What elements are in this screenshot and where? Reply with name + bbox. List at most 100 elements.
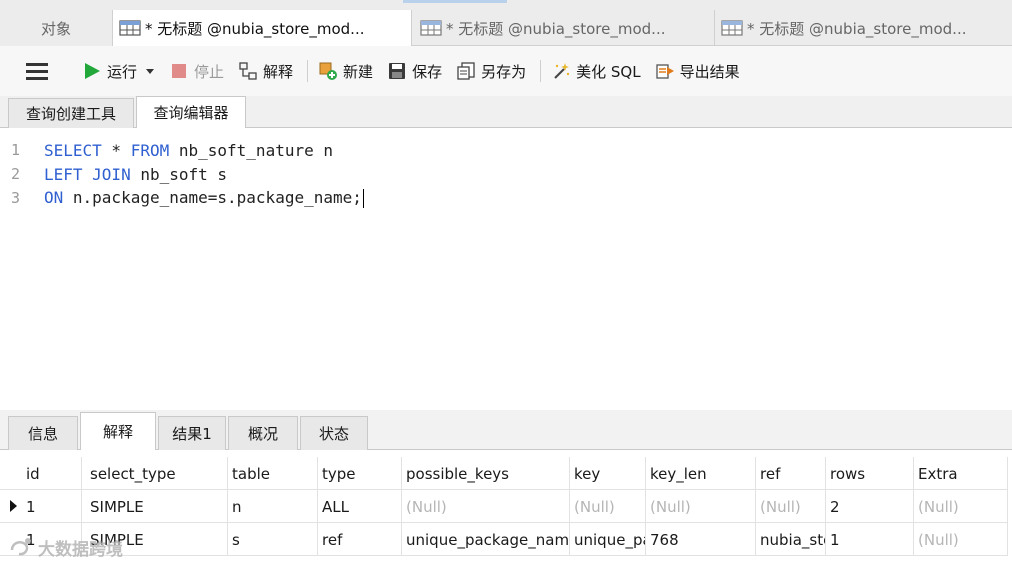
tab-query-1[interactable]: * 无标题 @nubia_store_mod... [112,10,412,46]
table-query-icon [119,20,141,36]
watermark-text: 大数据跨境 [38,539,123,560]
save-as-label: 另存为 [481,62,527,81]
sql-text: * [101,140,131,160]
tab-query-3[interactable]: * 无标题 @nubia_store_mod... [714,10,1012,46]
tab-query-2[interactable]: * 无标题 @nubia_store_mod... [414,10,714,46]
explain-grid: id select_type table type possible_keys … [0,450,1012,567]
sql-keyword: LEFT JOIN [44,164,131,184]
table-query-icon [721,20,743,36]
explain-icon [239,62,257,80]
table-cell[interactable]: unique_package_name [402,523,570,556]
sql-keyword: ON [44,188,64,207]
table-query-icon [420,20,442,36]
stop-icon [172,64,187,78]
table-cell[interactable]: 768 [646,523,756,556]
table-row[interactable]: 1 SIMPLE s ref unique_package_name uniqu… [0,523,1008,556]
table-cell[interactable]: nubia_store_model.n.package_name [756,523,826,556]
table-cell[interactable]: 1 [826,523,914,556]
stop-button[interactable]: 停止 [169,61,224,82]
table-cell[interactable]: (Null) [756,490,826,523]
sql-text: nb_soft_nature n [169,140,333,160]
table-cell[interactable]: SIMPLE [86,490,228,523]
table-cell[interactable]: (Null) [914,490,1008,523]
column-header[interactable]: table [228,457,318,490]
save-label: 保存 [412,62,443,81]
export-results-button[interactable]: 导出结果 [655,61,740,82]
table-cell[interactable]: 1 [22,490,82,523]
table-cell[interactable]: ALL [318,490,402,523]
table-cell[interactable]: 2 [826,490,914,523]
current-row-indicator [10,500,17,512]
explain-label: 解释 [263,62,294,81]
sql-text: nb_soft s [130,164,228,184]
beautify-sql-button[interactable]: 美化 SQL [551,61,641,82]
code-line: 1 SELECT * FROM nb_soft_nature n [0,138,333,162]
tab-query-2-label: * 无标题 @nubia_store_mod... [446,19,666,38]
code-line: 3 ON n.package_name=s.package_name; [0,186,364,210]
save-icon [389,63,406,79]
save-as-icon [457,62,475,80]
toolbar-divider [307,60,309,82]
table-row[interactable]: 1 SIMPLE n ALL (Null) (Null) (Null) (Nul… [0,490,1008,523]
tab-profile[interactable]: 概况 [228,416,298,450]
query-toolbar: 运行 停止 解释 新建 保存 另存为 美化 SQL 导出结果 [0,46,1012,96]
text-cursor [362,189,364,208]
stop-label: 停止 [194,62,225,81]
toolbar-divider [540,60,542,82]
export-results-label: 导出结果 [679,62,740,81]
save-button[interactable]: 保存 [387,61,442,82]
tab-query-editor[interactable]: 查询编辑器 [136,96,246,128]
tab-objects[interactable]: 对象 [0,10,112,46]
magic-wand-icon [554,63,570,79]
table-cell[interactable]: (Null) [570,490,646,523]
code-text: ON n.package_name=s.package_name; [44,188,364,208]
table-cell[interactable]: (Null) [402,490,570,523]
chevron-down-icon[interactable] [145,66,155,76]
line-number: 1 [10,141,20,159]
tab-info[interactable]: 信息 [8,416,78,450]
new-query-icon [319,62,338,80]
table-cell[interactable]: ref [318,523,402,556]
column-header[interactable]: rows [826,457,914,490]
line-number: 2 [10,165,20,183]
column-header[interactable]: type [318,457,402,490]
result-tab-bar: 信息 解释 结果1 概况 状态 [0,410,1012,450]
table-cell[interactable]: (Null) [914,523,1008,556]
sql-editor[interactable]: 1 SELECT * FROM nb_soft_nature n 2 LEFT … [0,128,1012,410]
table-cell[interactable]: s [228,523,318,556]
column-header[interactable]: key_len [646,457,756,490]
watermark: 大数据跨境 [8,533,123,561]
export-icon [655,64,674,79]
menu-icon[interactable] [26,62,48,80]
column-header[interactable]: Extra [914,457,1008,490]
new-label: 新建 [343,62,374,81]
tab-explain[interactable]: 解释 [80,412,156,450]
column-header[interactable]: select_type [86,457,228,490]
column-header[interactable]: ref [756,457,826,490]
tab-query-builder[interactable]: 查询创建工具 [8,98,134,128]
run-label: 运行 [107,62,138,81]
tab-status[interactable]: 状态 [300,416,368,450]
table-cell[interactable]: n [228,490,318,523]
code-line: 2 LEFT JOIN nb_soft s [0,162,227,186]
run-button[interactable]: 运行 [82,61,155,82]
tab-query-1-label: * 无标题 @nubia_store_mod... [145,19,365,38]
code-text: LEFT JOIN nb_soft s [44,165,227,184]
explain-button[interactable]: 解释 [238,61,293,82]
grid-header-row: id select_type table type possible_keys … [0,457,1008,490]
column-header[interactable]: possible_keys [402,457,570,490]
save-as-button[interactable]: 另存为 [456,61,526,82]
line-number: 3 [10,189,20,207]
column-header[interactable]: key [570,457,646,490]
column-header[interactable]: id [22,457,82,490]
document-tab-bar: 对象 * 无标题 @nubia_store_mod... * 无标题 @nubi… [0,0,1012,46]
sql-keyword: FROM [130,140,170,160]
table-cell[interactable]: (Null) [646,490,756,523]
play-icon [85,63,100,79]
table-cell[interactable]: unique_package_name [570,523,646,556]
editor-mode-tabs: 查询创建工具 查询编辑器 [0,96,1012,128]
beautify-sql-label: 美化 SQL [576,62,641,81]
new-button[interactable]: 新建 [318,61,373,82]
sql-text: n.package_name=s.package_name; [63,188,362,207]
tab-result-1[interactable]: 结果1 [158,416,226,450]
